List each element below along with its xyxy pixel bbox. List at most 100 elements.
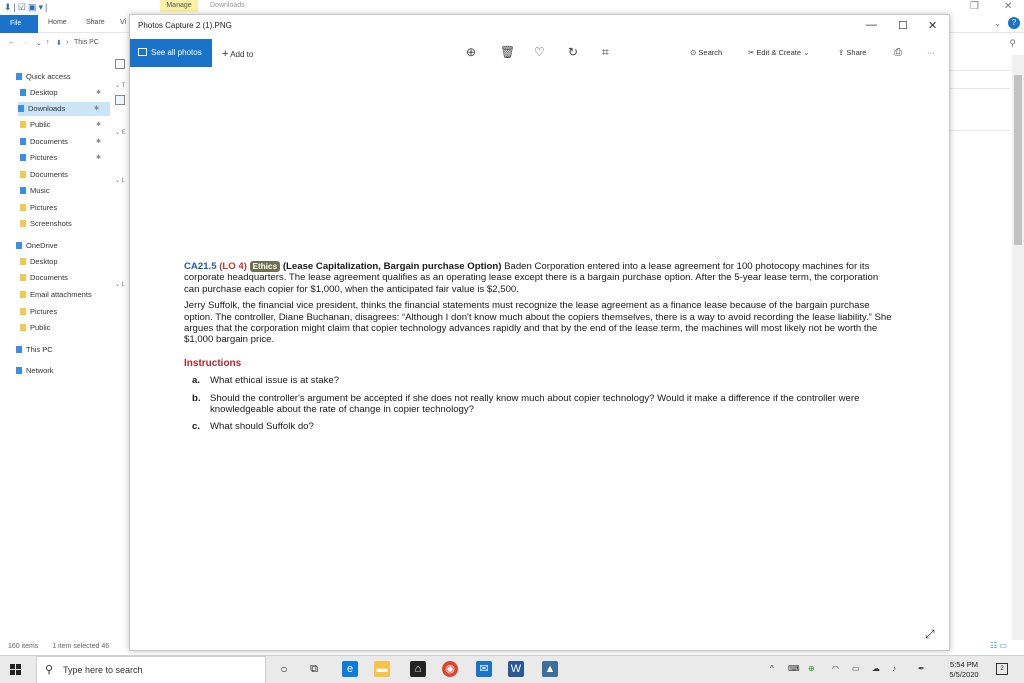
nav-item[interactable]: Documents ✱: [20, 135, 101, 149]
manage-tab[interactable]: Manage: [160, 0, 198, 12]
show-hidden-icons-icon[interactable]: ^: [770, 664, 774, 673]
zoom-icon[interactable]: ⊕: [466, 45, 476, 59]
keyboard-icon[interactable]: ⌨: [788, 664, 800, 673]
nav-item[interactable]: This PC: [16, 343, 53, 357]
desktop-icon: [20, 89, 26, 96]
ribbon-expand-icon[interactable]: ⌄: [994, 19, 1001, 28]
recent-dropdown-icon[interactable]: ⌄: [36, 39, 42, 47]
security-icon[interactable]: ⊕: [808, 664, 815, 673]
back-icon[interactable]: ←: [8, 39, 15, 46]
nav-item[interactable]: Downloads ✱: [18, 102, 110, 116]
pin-icon[interactable]: ✱: [94, 102, 99, 116]
see-all-photos-button[interactable]: See all photos: [130, 39, 212, 67]
nav-item[interactable]: Email attachments: [20, 288, 92, 302]
pen-icon[interactable]: ✒: [918, 664, 925, 673]
nav-item[interactable]: Quick access: [16, 70, 71, 84]
add-to-button[interactable]: + Add to: [222, 48, 253, 60]
file-explorer-icon[interactable]: ▬: [374, 661, 390, 677]
taskbar-search-box[interactable]: ⚲ Type here to search: [36, 656, 266, 683]
task-view-icon[interactable]: ⧉: [306, 661, 322, 677]
nav-item[interactable]: Pictures ✱: [20, 151, 101, 165]
onedrive-icon[interactable]: ☁: [872, 664, 880, 673]
nav-item[interactable]: Pictures: [20, 305, 57, 319]
photos-icon: [138, 48, 147, 56]
problem-paragraph-2: Jerry Suffolk, the financial vice presid…: [184, 300, 892, 346]
taskbar-clock[interactable]: 5:54 PM 5/5/2020: [944, 660, 984, 680]
nav-item[interactable]: Desktop: [20, 255, 58, 269]
share-button[interactable]: ⇪ Share: [838, 48, 866, 57]
nav-item[interactable]: Network: [16, 364, 54, 378]
group-chevron-icon[interactable]: ⌄ E: [115, 129, 126, 136]
edge-browser-icon[interactable]: e: [342, 661, 358, 677]
help-icon[interactable]: ?: [1008, 17, 1020, 29]
word-icon[interactable]: W: [508, 661, 524, 677]
action-center-icon[interactable]: 2: [996, 663, 1008, 675]
nav-item-label: Documents: [30, 170, 68, 179]
ribbon-tab-view[interactable]: Vi: [120, 19, 126, 26]
status-bar: 160 items 1 item selected 46: [8, 643, 109, 650]
details-view-icon[interactable]: ☷ ▭: [990, 641, 1007, 650]
nav-item[interactable]: Documents: [20, 168, 68, 182]
store-icon[interactable]: ⌂: [410, 661, 426, 677]
photos-app-icon[interactable]: ▲: [542, 661, 558, 677]
nav-item-label: Desktop: [30, 88, 58, 97]
edit-create-label: Edit & Create: [756, 48, 801, 57]
minimize-icon[interactable]: —: [866, 19, 877, 31]
crop-icon[interactable]: ⌗: [602, 45, 609, 60]
breadcrumb[interactable]: This PC: [74, 39, 99, 46]
nav-item[interactable]: OneDrive: [16, 239, 58, 253]
pin-icon[interactable]: ✱: [96, 118, 101, 132]
group-chevron-icon[interactable]: ⌄ T: [115, 82, 125, 89]
group-chevron-icon[interactable]: ⌄ L: [115, 281, 125, 288]
rotate-icon[interactable]: ↻: [568, 45, 578, 59]
pin-icon[interactable]: ✱: [96, 151, 101, 165]
nav-item[interactable]: Desktop ✱: [20, 86, 101, 100]
up-icon[interactable]: ↑: [46, 39, 50, 46]
pin-icon[interactable]: ✱: [96, 86, 101, 100]
nav-item[interactable]: Music: [20, 184, 50, 198]
quick-access-toolbar-icon[interactable]: ⬇|☑▣▾|: [4, 2, 49, 13]
ribbon-tab-file[interactable]: File: [0, 15, 38, 33]
volume-icon[interactable]: ♪: [892, 664, 896, 673]
search-button[interactable]: ⊙ Search: [690, 48, 722, 57]
cortana-icon[interactable]: ○: [276, 661, 292, 677]
nav-item[interactable]: Documents: [20, 271, 68, 285]
ribbon-tab-share[interactable]: Share: [86, 19, 105, 26]
favorite-heart-icon[interactable]: ♡: [534, 45, 545, 59]
delete-icon[interactable]: 🗑: [500, 45, 515, 59]
group-label: L: [121, 178, 126, 184]
star-icon: [16, 73, 22, 80]
divider: [950, 88, 1010, 89]
wifi-icon[interactable]: ◠: [832, 664, 839, 673]
close-icon[interactable]: ✕: [928, 19, 937, 32]
select-all-checkbox[interactable]: [115, 59, 125, 69]
edit-icon: ✂: [748, 48, 755, 57]
maximize-icon[interactable]: ☐: [898, 19, 908, 32]
nav-item-label: Public: [30, 120, 51, 129]
share-label: Share: [846, 48, 867, 57]
edit-create-button[interactable]: ✂ Edit & Create ⌄: [748, 48, 809, 57]
learning-objective: (LO 4): [219, 261, 247, 272]
ribbon-tab-home[interactable]: Home: [48, 19, 67, 26]
mail-icon[interactable]: ✉: [476, 661, 492, 677]
scrollbar-thumb[interactable]: [1014, 75, 1022, 245]
nav-item[interactable]: Public: [20, 321, 50, 335]
restore-icon[interactable]: ❐: [970, 1, 979, 12]
explorer-search-icon[interactable]: ⚲: [1009, 38, 1016, 49]
explorer-scrollbar[interactable]: [1012, 55, 1024, 640]
fullscreen-expand-icon[interactable]: ⤢: [925, 627, 935, 642]
nav-item[interactable]: Screenshots: [20, 217, 72, 231]
nav-item[interactable]: Pictures: [20, 201, 57, 215]
print-icon[interactable]: ⎙: [894, 47, 902, 58]
forward-icon[interactable]: →: [22, 39, 29, 46]
taskbar: ⚲ Type here to search ○ ⧉ e ▬ ⌂ ◉ ✉ W ▲ …: [0, 655, 1024, 683]
pin-icon[interactable]: ✱: [96, 135, 101, 149]
more-options-button[interactable]: ···: [927, 48, 935, 57]
windows-start-icon[interactable]: [10, 664, 22, 676]
row-checkbox[interactable]: [115, 95, 125, 105]
group-chevron-icon[interactable]: ⌄ L: [115, 177, 125, 184]
close-icon[interactable]: ✕: [1004, 1, 1012, 12]
nav-item[interactable]: Public ✱: [20, 118, 101, 132]
device-icon[interactable]: ▭: [852, 664, 860, 673]
chrome-icon[interactable]: ◉: [442, 661, 458, 677]
